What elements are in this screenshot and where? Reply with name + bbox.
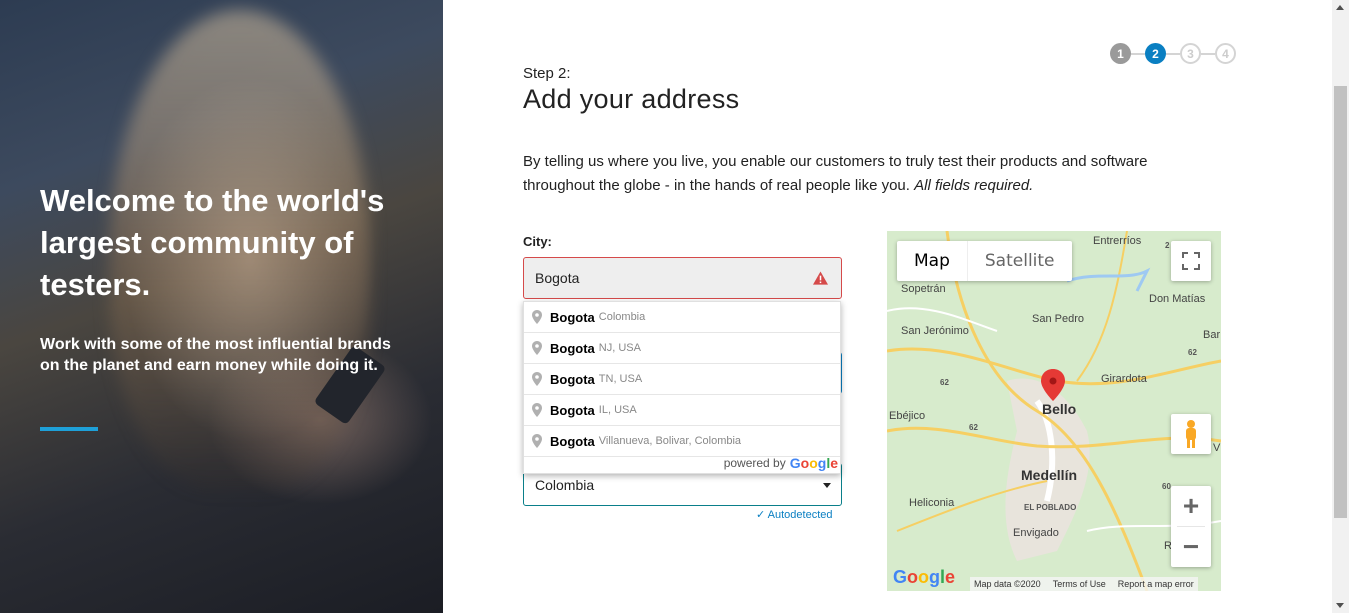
step-1: 1 — [1110, 43, 1131, 64]
hero-panel: Welcome to the world's largest community… — [0, 0, 443, 613]
autocomplete-item[interactable]: Bogota NJ, USA — [524, 333, 840, 364]
scroll-thumb[interactable] — [1334, 86, 1347, 518]
map-road-62: 62 — [969, 423, 978, 432]
fullscreen-button[interactable] — [1171, 241, 1211, 281]
autodetected-note: ✓ Autodetected — [756, 509, 833, 521]
autocomplete-item[interactable]: Bogota TN, USA — [524, 364, 840, 395]
zoom-out-button[interactable]: − — [1171, 527, 1211, 567]
map-label-envigado: Envigado — [1013, 527, 1059, 539]
step-connector — [1166, 52, 1180, 55]
step-4: 4 — [1215, 43, 1236, 64]
autocomplete-secondary: NJ, USA — [598, 342, 641, 354]
map-label-don-matias: Don Matías — [1149, 293, 1206, 305]
autocomplete-secondary: IL, USA — [598, 404, 637, 416]
autocomplete-main: Bogota — [550, 340, 595, 356]
country-value: Colombia — [535, 477, 595, 493]
hero-title: Welcome to the world's largest community… — [40, 183, 385, 302]
map-pin-icon — [532, 403, 542, 417]
city-field[interactable] — [523, 257, 842, 299]
zoom-in-button[interactable]: + — [1171, 486, 1211, 526]
scroll-up-arrow[interactable] — [1336, 5, 1344, 10]
chevron-down-icon — [823, 483, 831, 488]
step-indicator: 1 2 3 4 — [1110, 43, 1236, 64]
google-logo: Google — [789, 455, 838, 471]
step-connector — [1201, 52, 1215, 55]
autocomplete-main: Bogota — [550, 309, 595, 325]
powered-by-google: powered by Google — [724, 455, 838, 471]
autodetected-label: Autodetected — [767, 509, 833, 521]
map-label-bar: Bar — [1203, 329, 1221, 341]
intro-required: All fields required. — [914, 177, 1034, 194]
scroll-down-arrow[interactable] — [1336, 603, 1344, 608]
zoom-control: + − — [1171, 486, 1211, 567]
map-label-v: V — [1213, 442, 1221, 454]
street-view-button[interactable] — [1171, 414, 1211, 454]
map-label-san-jeronimo: San Jerónimo — [901, 325, 969, 337]
hero-accent-bar — [40, 427, 98, 431]
map-label-entrerrios: Entrerríos — [1093, 235, 1142, 247]
map-road-62: 62 — [940, 378, 949, 387]
autocomplete-item[interactable]: Bogota Colombia — [524, 302, 840, 333]
autocomplete-item[interactable]: Bogota Villanueva, Bolivar, Colombia — [524, 426, 840, 457]
map-terms-link[interactable]: Terms of Use — [1053, 579, 1106, 589]
map-label-el-poblado: EL POBLADO — [1024, 503, 1077, 512]
city-label: City: — [523, 234, 552, 249]
autocomplete-main: Bogota — [550, 402, 595, 418]
map-pin-icon — [532, 372, 542, 386]
intro-text: By telling us where you live, you enable… — [523, 150, 1223, 198]
pegman-icon — [1186, 420, 1196, 448]
map-label-san-pedro: San Pedro — [1032, 313, 1084, 325]
step-2: 2 — [1145, 43, 1166, 64]
map-label-heliconia: Heliconia — [909, 497, 955, 509]
autocomplete-main: Bogota — [550, 371, 595, 387]
map-label-medellin: Medellín — [1021, 467, 1078, 483]
autocomplete-secondary: Villanueva, Bolivar, Colombia — [598, 435, 742, 447]
google-map-logo: Google — [893, 567, 956, 587]
map-type-toggle: Map Satellite — [897, 241, 1072, 281]
map-type-map-button[interactable]: Map — [897, 241, 967, 281]
map-footer: Map data ©2020 Terms of Use Report a map… — [970, 577, 1198, 591]
warning-icon — [813, 271, 828, 285]
autocomplete-main: Bogota — [550, 433, 595, 449]
map-data-credit: Map data ©2020 — [974, 579, 1041, 589]
map-road-60: 60 — [1162, 482, 1171, 491]
city-input[interactable] — [524, 258, 794, 298]
page-title: Add your address — [523, 84, 740, 114]
intro-body: By telling us where you live, you enable… — [523, 153, 1148, 194]
hero-subtitle: Work with some of the most influential b… — [40, 336, 391, 374]
map-label-sopetran: Sopetrán — [901, 283, 946, 295]
map-report-link[interactable]: Report a map error — [1118, 579, 1194, 589]
map-view[interactable]: Entrerríos Sopetrán Don Matías San Pedro… — [887, 231, 1221, 591]
step-label: Step 2: — [523, 65, 571, 82]
map-road-2: 2 — [1165, 241, 1170, 250]
map-label-bello: Bello — [1042, 401, 1077, 417]
autocomplete-item[interactable]: Bogota IL, USA — [524, 395, 840, 426]
autocomplete-secondary: Colombia — [598, 311, 646, 323]
map-pin-icon — [532, 434, 542, 448]
powered-by-label: powered by — [723, 456, 786, 470]
map-label-ebejico: Ebéjico — [889, 410, 926, 422]
map-pin-icon — [532, 310, 542, 324]
map-pin-icon — [532, 341, 542, 355]
autocomplete-dropdown: Bogota Colombia Bogota NJ, USA Bogota TN… — [523, 301, 841, 474]
fullscreen-icon — [1182, 252, 1200, 270]
step-connector — [1131, 52, 1145, 55]
step-3: 3 — [1180, 43, 1201, 64]
page-scrollbar[interactable] — [1332, 0, 1349, 613]
map-road-62: 62 — [1188, 348, 1197, 357]
map-type-satellite-button[interactable]: Satellite — [966, 241, 1072, 281]
map-label-girardota: Girardota — [1101, 373, 1147, 385]
autocomplete-secondary: TN, USA — [598, 373, 643, 385]
